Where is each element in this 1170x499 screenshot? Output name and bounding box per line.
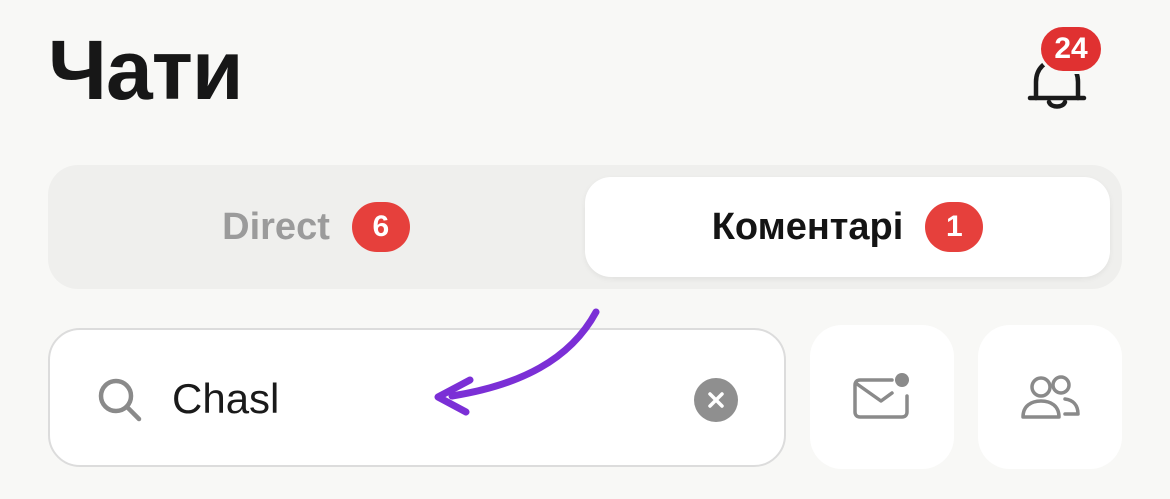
- search-field[interactable]: [48, 328, 786, 467]
- tab-comments[interactable]: Коментарі 1: [585, 177, 1110, 277]
- tab-direct[interactable]: Direct 6: [60, 177, 572, 277]
- notifications-badge: 24: [1038, 24, 1104, 74]
- search-input[interactable]: [170, 360, 674, 438]
- unread-filter-button[interactable]: [810, 325, 954, 469]
- tab-comments-count-badge: 1: [925, 202, 984, 252]
- tab-direct-count-badge: 6: [351, 202, 410, 252]
- search-icon: [98, 378, 142, 422]
- close-icon: [708, 392, 724, 408]
- clear-search-button[interactable]: [694, 378, 738, 422]
- contacts-button[interactable]: [978, 325, 1122, 469]
- mail-unread-icon: [853, 373, 909, 419]
- page-title: Чати: [48, 23, 244, 117]
- tab-direct-label: Direct: [222, 205, 330, 248]
- people-icon: [1021, 375, 1080, 419]
- chat-type-switcher: Direct 6 Коментарі 1: [48, 165, 1122, 289]
- tab-comments-label: Коментарі: [711, 205, 904, 248]
